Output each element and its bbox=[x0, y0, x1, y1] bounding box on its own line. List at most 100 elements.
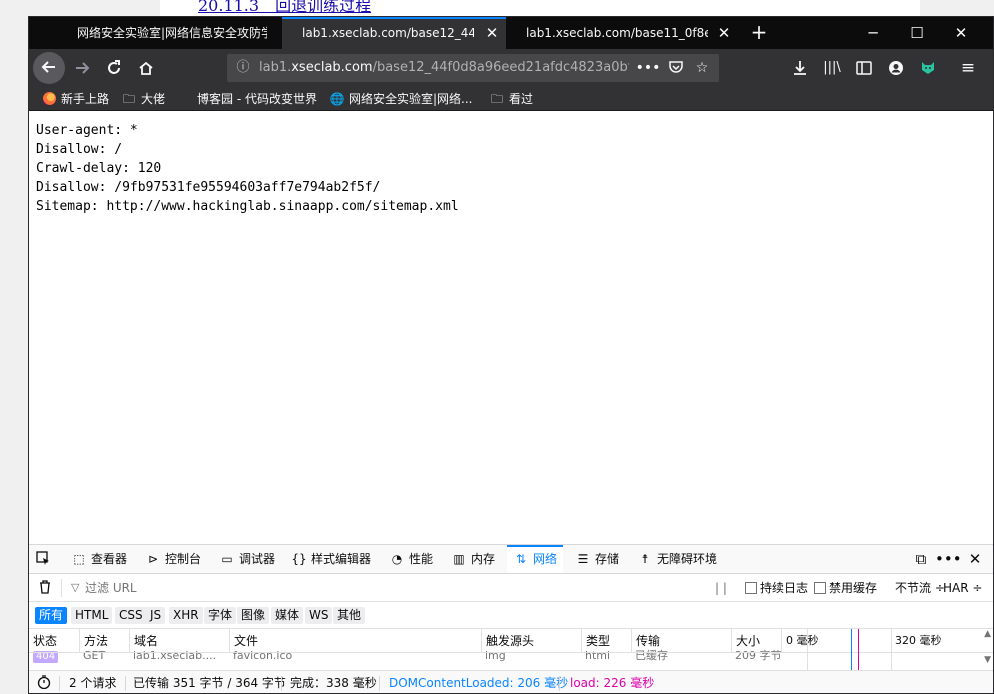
type-filter-xhr[interactable]: XHR bbox=[169, 607, 203, 624]
bookmark-folder-dalao[interactable]: 🗀 大佬 bbox=[121, 87, 165, 111]
persist-logs-checkbox[interactable]: 持续日志 bbox=[745, 574, 808, 602]
tab-performance[interactable]: ◔ 性能 bbox=[389, 545, 433, 573]
network-icon: ⇅ bbox=[515, 552, 527, 566]
tab-label: lab1.xseclab.com/base12_44f0d8a96eed21af… bbox=[302, 26, 474, 40]
column-waterfall[interactable]: 0 毫秒 bbox=[781, 629, 891, 653]
minimize-button[interactable]: ─ bbox=[851, 17, 895, 49]
account-button[interactable] bbox=[881, 53, 911, 83]
timeline-gridline bbox=[807, 629, 808, 670]
library-button[interactable]: |||\ bbox=[817, 53, 847, 83]
summary-requests: 2 个请求 bbox=[69, 676, 117, 690]
tab-network[interactable]: ⇅ 网络 bbox=[507, 545, 564, 573]
info-icon[interactable]: ⓘ bbox=[233, 54, 253, 82]
throttle-select[interactable]: 不节流 ÷ bbox=[895, 574, 945, 602]
downloads-button[interactable] bbox=[785, 53, 815, 83]
type-filter-html[interactable]: HTML bbox=[71, 607, 113, 624]
waterfall-tick-label: 320 毫秒 bbox=[895, 634, 942, 647]
type-filter-images[interactable]: 图像 bbox=[237, 607, 270, 624]
column-file[interactable]: 文件 bbox=[229, 629, 481, 653]
devtools-options-button[interactable]: ••• bbox=[935, 545, 962, 573]
forward-button[interactable] bbox=[67, 53, 97, 83]
arrow-right-icon bbox=[76, 62, 90, 74]
tab-console[interactable]: ⊳ 控制台 bbox=[145, 545, 201, 573]
more-icon: ••• bbox=[935, 550, 962, 568]
summary-domcontentloaded: DOMContentLoaded: 206 毫秒 bbox=[389, 676, 569, 690]
back-button[interactable] bbox=[33, 52, 65, 84]
page-actions-icon[interactable]: ••• bbox=[635, 54, 661, 82]
column-domain[interactable]: 域名 bbox=[129, 629, 229, 653]
summary-finish: 完成：338 毫秒 bbox=[290, 676, 377, 690]
maximize-button[interactable]: ☐ bbox=[895, 17, 939, 49]
account-icon bbox=[889, 61, 903, 75]
tab-accessibility[interactable]: ☨ 无障碍环境 bbox=[637, 545, 717, 573]
tab-base12[interactable]: lab1.xseclab.com/base12_44f0d8a96eed21af… bbox=[282, 17, 506, 49]
reload-button[interactable] bbox=[99, 53, 129, 83]
accessibility-icon: ☨ bbox=[641, 552, 649, 566]
devtools-toolbar: ⬚ 查看器 ⊳ 控制台 ▭ 调试器 {} 样式编辑器 ◔ 性能 ▥ 内存 ⇅ 网络 ☰ 存储 ☨… bbox=[29, 545, 993, 574]
pause-icon: | | bbox=[715, 581, 727, 595]
pause-button[interactable]: | | bbox=[715, 574, 727, 602]
home-button[interactable] bbox=[131, 53, 161, 83]
disable-cache-checkbox[interactable]: 禁用缓存 bbox=[814, 574, 877, 602]
window-close-button[interactable]: ✕ bbox=[939, 17, 983, 49]
bookmark-star-icon[interactable]: ☆ bbox=[689, 54, 715, 82]
bookmark-folder-kanguo[interactable]: 🗀 看过 bbox=[489, 87, 533, 111]
memory-icon: ▥ bbox=[453, 552, 465, 566]
request-type-filters: 所有 HTML CSS JS XHR 字体 图像 媒体 WS 其他 bbox=[29, 602, 993, 629]
type-filter-media[interactable]: 媒体 bbox=[271, 607, 304, 624]
tab-label: lab1.xseclab.com/base11_0f8e35973f552d69… bbox=[526, 26, 708, 40]
sidebar-button[interactable] bbox=[849, 53, 879, 83]
type-filter-fonts[interactable]: 字体 bbox=[204, 607, 237, 624]
performance-icon: ◔ bbox=[391, 552, 403, 566]
column-status[interactable]: 状态 bbox=[29, 629, 79, 653]
url-text[interactable]: lab1.xseclab.com/base12_44f0d8a96eed21af… bbox=[259, 54, 629, 82]
type-filter-all[interactable]: 所有 bbox=[35, 607, 68, 624]
column-cause[interactable]: 触发源头 bbox=[481, 629, 581, 653]
clear-button[interactable] bbox=[35, 574, 55, 602]
bookmark-cnblogs[interactable]: 博客园 - 代码改变世界 bbox=[177, 87, 317, 111]
menu-button[interactable]: ≡ bbox=[953, 53, 983, 83]
column-type[interactable]: 类型 bbox=[581, 629, 631, 653]
bookmark-xseclab[interactable]: 🌐 网络安全实验室|网络... bbox=[329, 87, 473, 111]
devtools-close-button[interactable]: ✕ bbox=[963, 545, 987, 573]
tab-base11[interactable]: lab1.xseclab.com/base11_0f8e35973f552d69… bbox=[506, 17, 738, 49]
url-bar[interactable]: ⓘ lab1.xseclab.com/base12_44f0d8a96eed21… bbox=[227, 54, 719, 82]
type-filter-other[interactable]: 其他 bbox=[333, 607, 366, 624]
close-icon[interactable]: ✕ bbox=[484, 19, 500, 47]
element-picker-button[interactable] bbox=[35, 545, 55, 573]
browser-window: 网络安全实验室|网络信息安全攻防学习平台 lab1.xseclab.com/ba… bbox=[28, 16, 994, 694]
tab-label: 网络安全实验室|网络信息安全攻防学习平台 bbox=[77, 26, 267, 40]
bookmark-getting-started[interactable]: 新手上路 bbox=[41, 87, 109, 111]
type-filter-css[interactable]: CSS bbox=[115, 607, 147, 624]
tab-xseclab-home[interactable]: 网络安全实验室|网络信息安全攻防学习平台 bbox=[57, 17, 279, 49]
dock-toggle-button[interactable]: ⧉ bbox=[909, 545, 933, 573]
timeline-domcontentloaded-marker bbox=[851, 629, 852, 670]
tab-memory[interactable]: ▥ 内存 bbox=[451, 545, 495, 573]
tab-inspector[interactable]: ⬚ 查看器 bbox=[71, 545, 127, 573]
tab-debugger[interactable]: ▭ 调试器 bbox=[219, 545, 275, 573]
column-method[interactable]: 方法 bbox=[79, 629, 129, 653]
sidebar-icon bbox=[856, 61, 872, 75]
table-header: 状态 方法 域名 文件 触发源头 类型 传输 大小 0 毫秒 320 毫秒 bbox=[29, 629, 993, 653]
close-icon[interactable]: ✕ bbox=[716, 17, 732, 49]
timeline-gridline bbox=[891, 629, 892, 670]
extension-button[interactable] bbox=[913, 53, 943, 83]
column-size[interactable]: 大小 bbox=[731, 629, 781, 653]
tab-style-editor[interactable]: {} 样式编辑器 bbox=[291, 545, 371, 573]
inspector-icon: ⬚ bbox=[73, 552, 85, 566]
type-filter-ws[interactable]: WS bbox=[305, 607, 333, 624]
pocket-icon[interactable] bbox=[663, 54, 689, 82]
filter-url-input[interactable] bbox=[85, 578, 705, 598]
type-filter-js[interactable]: JS bbox=[146, 607, 166, 624]
har-menu[interactable]: HAR ÷ bbox=[943, 574, 982, 602]
library-icon: |||\ bbox=[823, 60, 841, 75]
background-heading[interactable]: 20.11.3 回退训练过程 bbox=[198, 0, 371, 16]
scroll-down-icon[interactable]: ▼ bbox=[984, 655, 991, 665]
reload-icon bbox=[108, 60, 120, 74]
column-transferred[interactable]: 传输 bbox=[631, 629, 731, 653]
filter-icon: ▽ bbox=[71, 581, 80, 594]
scroll-up-icon[interactable]: ▲ bbox=[984, 629, 991, 639]
tab-storage[interactable]: ☰ 存储 bbox=[575, 545, 619, 573]
new-tab-button[interactable]: + bbox=[749, 17, 769, 49]
extension-icon bbox=[922, 62, 934, 74]
